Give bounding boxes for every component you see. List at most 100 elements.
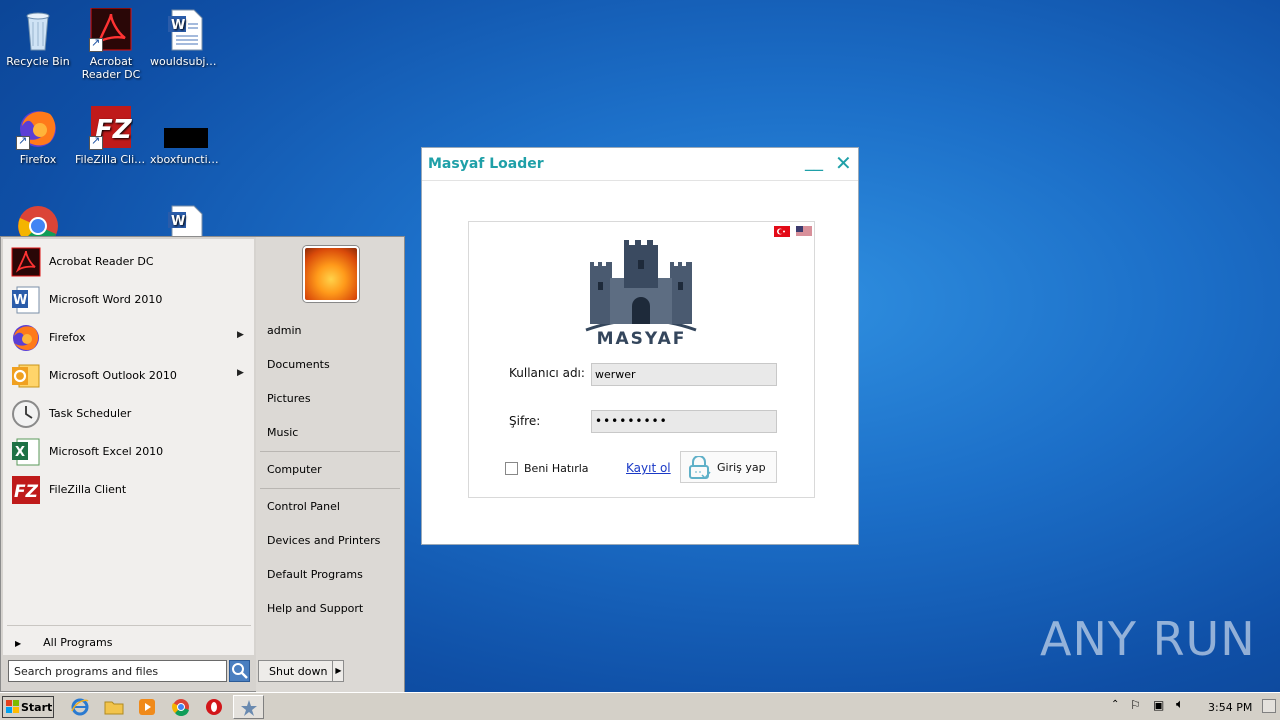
username-input[interactable] bbox=[591, 363, 777, 386]
desktop-icon-label: Firefox bbox=[19, 153, 57, 166]
shortcut-arrow-icon bbox=[89, 36, 103, 52]
clock-icon bbox=[12, 400, 40, 428]
svg-text:FZ: FZ bbox=[14, 482, 39, 502]
desktop-icon-xbox-file[interactable]: xboxfunctio... bbox=[148, 106, 224, 166]
close-button[interactable]: ✕ bbox=[835, 151, 852, 175]
program-item[interactable]: X Microsoft Excel 2010 bbox=[9, 435, 249, 469]
turkish-flag-icon[interactable] bbox=[774, 226, 790, 237]
search-button[interactable] bbox=[229, 660, 250, 682]
program-label: Firefox bbox=[49, 331, 86, 344]
search-input[interactable]: Search programs and files bbox=[8, 660, 227, 682]
lock-icon bbox=[689, 456, 711, 480]
start-menu-links-pane: admin Documents Pictures Music Computer … bbox=[256, 237, 404, 693]
us-flag-icon[interactable] bbox=[796, 226, 812, 237]
media-player-icon[interactable] bbox=[137, 697, 157, 717]
link-computer[interactable]: Computer bbox=[267, 463, 322, 476]
link-devices-printers[interactable]: Devices and Printers bbox=[267, 534, 380, 547]
internet-explorer-icon[interactable] bbox=[70, 697, 90, 717]
svg-text:W: W bbox=[13, 293, 27, 308]
svg-text:W: W bbox=[171, 214, 185, 229]
taskbar: Start ⌃ ⚐ ▣ 🔈︎ 3:54 PM bbox=[0, 692, 1280, 720]
program-label: Microsoft Word 2010 bbox=[49, 293, 163, 306]
password-input[interactable]: ••••••••• bbox=[591, 410, 777, 433]
link-pictures[interactable]: Pictures bbox=[267, 392, 311, 405]
divider bbox=[260, 488, 400, 489]
shortcut-arrow-icon bbox=[16, 134, 30, 150]
submenu-arrow-icon: ▶ bbox=[237, 330, 244, 340]
remember-me-label: Beni Hatırla bbox=[524, 462, 589, 475]
link-music[interactable]: Music bbox=[267, 426, 298, 439]
divider bbox=[7, 625, 251, 626]
volume-icon[interactable]: 🔈︎ bbox=[1176, 697, 1184, 712]
filezilla-icon: FZ bbox=[89, 106, 133, 150]
file-icon bbox=[164, 106, 208, 150]
all-programs-label: All Programs bbox=[43, 636, 113, 649]
acrobat-icon bbox=[11, 247, 41, 277]
show-hidden-icons-button[interactable]: ⌃ bbox=[1111, 699, 1119, 710]
login-button[interactable]: Giriş yap bbox=[680, 451, 777, 483]
action-center-flag-icon[interactable]: ⚐ bbox=[1130, 698, 1141, 712]
minimize-button[interactable]: __ bbox=[805, 151, 823, 172]
word-icon: W bbox=[12, 286, 40, 314]
login-button-label: Giriş yap bbox=[717, 461, 766, 474]
desktop-icon-label: FileZilla Client bbox=[75, 153, 149, 166]
desktop-icon-word-doc[interactable]: W wouldsubje... bbox=[148, 8, 224, 68]
program-item[interactable]: Microsoft Outlook 2010 ▶ bbox=[9, 359, 249, 393]
opera-icon[interactable] bbox=[204, 697, 224, 717]
program-label: Acrobat Reader DC bbox=[49, 255, 154, 268]
acrobat-icon bbox=[89, 7, 133, 52]
link-default-programs[interactable]: Default Programs bbox=[267, 568, 363, 581]
search-icon bbox=[232, 663, 248, 679]
desktop-icon-label: Recycle Bin bbox=[6, 55, 70, 68]
filezilla-icon: FZ bbox=[12, 476, 40, 504]
desktop-icon-filezilla[interactable]: FZ FileZilla Client bbox=[73, 106, 149, 166]
clock[interactable]: 3:54 PM bbox=[1208, 701, 1252, 714]
link-documents[interactable]: Documents bbox=[267, 358, 330, 371]
start-menu-programs-pane: Acrobat Reader DC W Microsoft Word 2010 … bbox=[3, 239, 254, 655]
register-link[interactable]: Kayıt ol bbox=[626, 461, 671, 475]
taskbar-item-loader[interactable] bbox=[233, 695, 264, 719]
svg-text:W: W bbox=[171, 18, 185, 33]
program-item[interactable]: Acrobat Reader DC bbox=[9, 245, 249, 279]
svg-text:X: X bbox=[15, 445, 25, 460]
program-label: Task Scheduler bbox=[49, 407, 132, 420]
program-label: FileZilla Client bbox=[49, 483, 127, 496]
chevron-right-icon: ▶ bbox=[15, 639, 22, 648]
program-item[interactable]: FZ FileZilla Client bbox=[9, 473, 249, 507]
link-help-support[interactable]: Help and Support bbox=[267, 602, 363, 615]
start-label: Start bbox=[21, 701, 53, 714]
start-button[interactable]: Start bbox=[2, 696, 54, 718]
chrome-icon[interactable] bbox=[171, 697, 191, 717]
program-item[interactable]: Task Scheduler bbox=[9, 397, 249, 431]
windows-logo-icon bbox=[6, 700, 19, 713]
firefox-icon bbox=[13, 325, 39, 351]
chevron-right-icon[interactable]: ▶ bbox=[332, 661, 344, 681]
link-control-panel[interactable]: Control Panel bbox=[267, 500, 340, 513]
shutdown-button[interactable]: Shut down ▶ bbox=[258, 660, 344, 682]
desktop-icon-acrobat[interactable]: Acrobat Reader DC bbox=[73, 7, 149, 81]
program-label: Microsoft Excel 2010 bbox=[49, 445, 164, 458]
anyrun-watermark: ANY RUN bbox=[1040, 612, 1256, 666]
submenu-arrow-icon: ▶ bbox=[237, 368, 244, 378]
shutdown-label: Shut down bbox=[269, 665, 328, 678]
firefox-icon bbox=[16, 106, 60, 150]
desktop-icon-firefox[interactable]: Firefox bbox=[0, 106, 76, 166]
link-admin[interactable]: admin bbox=[267, 324, 301, 337]
network-icon[interactable]: ▣ bbox=[1153, 698, 1164, 712]
start-menu: Acrobat Reader DC W Microsoft Word 2010 … bbox=[0, 236, 405, 693]
password-label: Şifre: bbox=[509, 414, 541, 428]
show-desktop-button[interactable] bbox=[1262, 699, 1276, 713]
user-avatar[interactable] bbox=[303, 246, 359, 302]
remember-me-checkbox[interactable] bbox=[505, 462, 518, 475]
program-item[interactable]: Firefox ▶ bbox=[9, 321, 249, 355]
outlook-icon bbox=[12, 364, 40, 388]
folder-icon[interactable] bbox=[104, 697, 124, 717]
word-document-icon: W bbox=[164, 8, 208, 52]
divider bbox=[260, 451, 400, 452]
app-icon bbox=[241, 700, 257, 716]
all-programs-button[interactable]: ▶ All Programs bbox=[15, 636, 112, 649]
desktop-icon-recycle-bin[interactable]: Recycle Bin bbox=[0, 8, 76, 68]
masyaf-loader-window: Masyaf Loader __ ✕ MASYAF Kullanıcı adı:… bbox=[421, 147, 859, 545]
program-item[interactable]: W Microsoft Word 2010 bbox=[9, 283, 249, 317]
window-titlebar[interactable]: Masyaf Loader __ ✕ bbox=[422, 148, 858, 181]
